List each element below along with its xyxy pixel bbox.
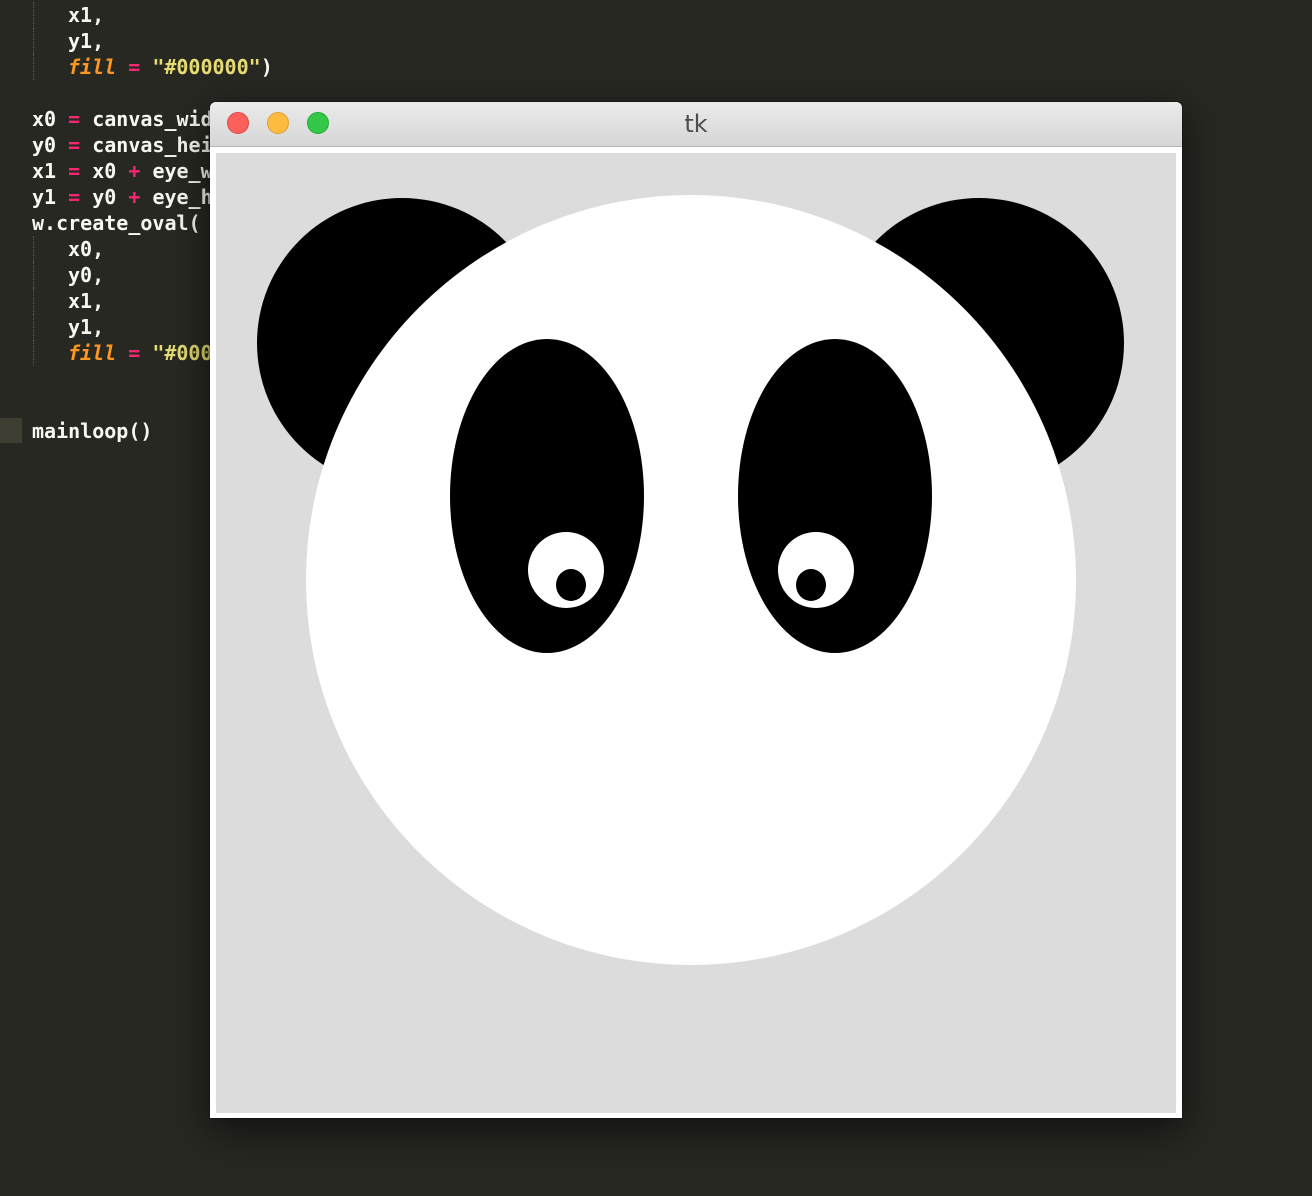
code-token: = [56, 107, 93, 131]
code-line: x1 = x0 + eye_w [32, 158, 213, 184]
window-titlebar[interactable]: tk [210, 102, 1182, 147]
code-token: = [128, 341, 141, 365]
code-token: y1 [32, 185, 57, 209]
code-line: x1, [68, 288, 104, 314]
code-token: = [56, 185, 93, 209]
code-line: y0, [68, 262, 104, 288]
code-line: mainloop() [32, 418, 152, 444]
code-line: x1, [68, 2, 104, 28]
indent-guide [33, 28, 34, 54]
code-token: + [116, 185, 153, 209]
code-token: x0, [68, 237, 105, 261]
code-line: y0 = canvas_hei [32, 132, 213, 158]
code-token: eye_w [152, 159, 213, 183]
right-eye-patch [738, 339, 932, 653]
code-token: "#000 [152, 341, 213, 365]
code-line: fill = "#000 [68, 340, 213, 366]
indent-guide [33, 340, 34, 366]
code-token: ) [260, 55, 273, 79]
code-line: y1 = y0 + eye_h [32, 184, 213, 210]
indent-guide [33, 262, 34, 288]
indent-guide [33, 314, 34, 340]
code-token: "#000000" [152, 55, 261, 79]
code-token: mainloop() [32, 419, 153, 443]
code-token: y1, [68, 315, 105, 339]
code-token: fill [68, 55, 117, 79]
panda-canvas[interactable] [216, 153, 1176, 1113]
code-token: x0 [92, 159, 117, 183]
code-token: x0 [32, 107, 57, 131]
indent-guide [33, 236, 34, 262]
code-token: = [128, 55, 141, 79]
indent-guide [33, 2, 34, 28]
code-token: canvas_wid [92, 107, 213, 131]
tk-window[interactable]: tk [210, 102, 1182, 1118]
code-line: x0 = canvas_wid [32, 106, 213, 132]
current-line-marker [0, 418, 22, 443]
code-token: y0 [32, 133, 57, 157]
close-button[interactable] [227, 112, 249, 134]
code-token: canvas_hei [92, 133, 213, 157]
canvas-frame [210, 147, 1182, 1118]
code-token: eye_h [152, 185, 213, 209]
code-line: w.create_oval( [32, 210, 201, 236]
code-token: fill [68, 341, 117, 365]
code-line: y1, [68, 314, 104, 340]
code-token: + [116, 159, 153, 183]
code-line: fill = "#000000") [68, 54, 273, 80]
code-token: y0 [92, 185, 117, 209]
code-token: w.create_oval( [32, 211, 201, 235]
left-eye-patch [450, 339, 644, 653]
panda-face [306, 195, 1076, 965]
indent-guide [33, 288, 34, 314]
code-token: = [56, 159, 93, 183]
code-token: = [56, 133, 93, 157]
window-title: tk [684, 110, 708, 138]
code-token: y0, [68, 263, 105, 287]
code-token: x1, [68, 3, 105, 27]
left-pupil [556, 569, 586, 601]
code-line: x0, [68, 236, 104, 262]
code-token: x1 [32, 159, 57, 183]
minimize-button[interactable] [267, 112, 289, 134]
indent-guide [33, 54, 34, 80]
code-line: y1, [68, 28, 104, 54]
code-token: x1, [68, 289, 105, 313]
right-pupil [796, 569, 826, 601]
code-token: y1, [68, 29, 105, 53]
maximize-button[interactable] [307, 112, 329, 134]
